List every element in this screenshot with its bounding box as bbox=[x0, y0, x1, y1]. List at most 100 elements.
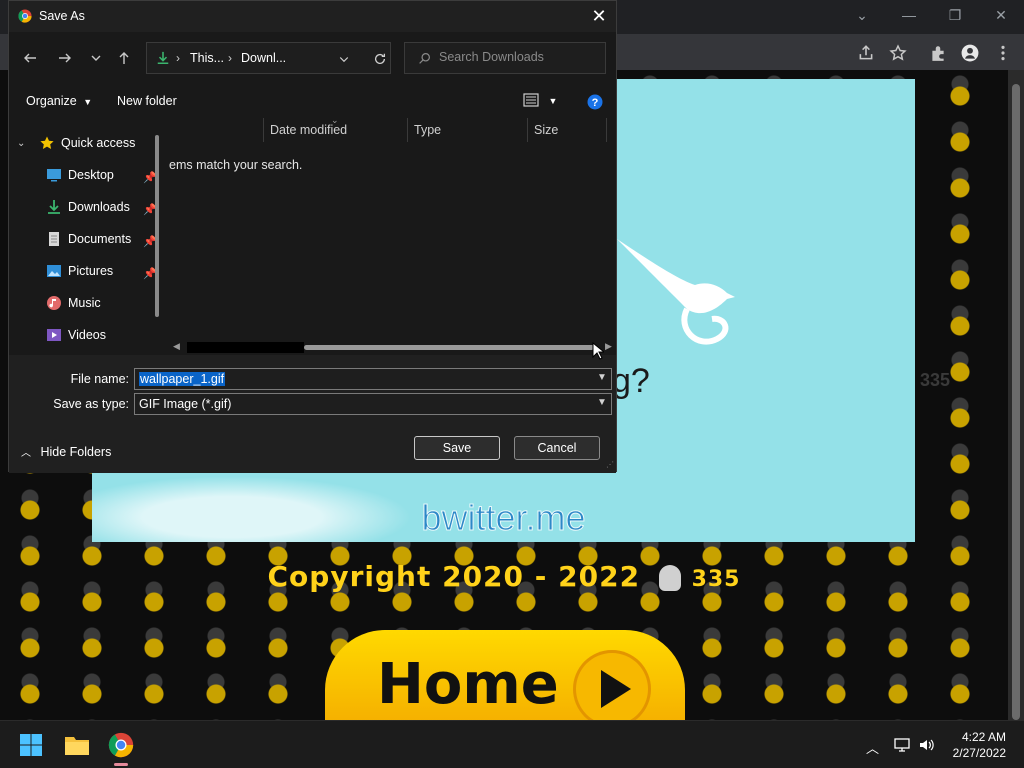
file-name-label: File name: bbox=[70, 372, 129, 386]
menu-kebab-icon[interactable] bbox=[992, 42, 1014, 64]
nav-item-music[interactable]: Music bbox=[46, 291, 101, 315]
chrome-taskbar-icon[interactable] bbox=[108, 732, 134, 758]
chrome-icon bbox=[18, 9, 32, 23]
help-button[interactable]: ? bbox=[587, 94, 603, 113]
help-icon: ? bbox=[587, 94, 603, 110]
copyright-label: Copyright 2020 - 2022 bbox=[267, 560, 641, 593]
column-separator[interactable] bbox=[606, 118, 607, 142]
tab-search-icon[interactable]: ⌄ bbox=[848, 4, 876, 26]
search-box[interactable] bbox=[404, 42, 606, 74]
share-icon[interactable] bbox=[855, 42, 877, 64]
mouse-cursor-icon bbox=[592, 342, 604, 360]
wallpaper-question-text: g? bbox=[612, 362, 650, 400]
file-name-dropdown-icon[interactable]: ▼ bbox=[597, 372, 607, 386]
breadcrumb-downloads[interactable]: Downl... bbox=[241, 51, 286, 65]
save-type-value: GIF Image (*.gif) bbox=[139, 397, 232, 411]
breadcrumb-separator-icon: › bbox=[176, 51, 180, 65]
hscroll-thumb[interactable] bbox=[304, 345, 594, 350]
logo-knight-icon bbox=[658, 565, 681, 591]
network-icon[interactable] bbox=[893, 737, 911, 753]
active-app-indicator bbox=[114, 763, 128, 766]
document-icon bbox=[49, 232, 59, 246]
column-separator[interactable] bbox=[527, 118, 528, 142]
save-button[interactable]: Save bbox=[414, 436, 500, 460]
dialog-titlebar: Save As ✕ bbox=[9, 1, 616, 32]
extensions-icon[interactable] bbox=[927, 42, 949, 64]
quick-access-item[interactable]: ⌄ Quick access bbox=[17, 131, 135, 155]
clock[interactable]: 4:22 AM 2/27/2022 bbox=[953, 729, 1006, 761]
hide-folders-button[interactable]: ︿ Hide Folders bbox=[21, 444, 111, 459]
view-options-button[interactable]: ▼ bbox=[523, 93, 557, 110]
windows-start-icon[interactable] bbox=[19, 733, 43, 757]
sort-indicator-icon: ⌄ bbox=[331, 115, 339, 125]
star-icon bbox=[40, 136, 54, 149]
recent-locations-chevron-icon[interactable] bbox=[85, 45, 107, 71]
save-type-select[interactable]: GIF Image (*.gif) ▼ bbox=[134, 393, 612, 415]
page-scrollbar-thumb[interactable] bbox=[1012, 84, 1020, 720]
restore-icon[interactable]: ❐ bbox=[941, 4, 969, 26]
dialog-title: Save As bbox=[39, 9, 85, 23]
refresh-icon[interactable] bbox=[373, 52, 387, 66]
pin-icon[interactable]: 📌 bbox=[143, 267, 157, 280]
profile-avatar-icon[interactable] bbox=[959, 42, 981, 64]
back-arrow-icon[interactable] bbox=[19, 45, 41, 71]
hscroll-track bbox=[187, 342, 304, 353]
column-type[interactable]: Type bbox=[414, 123, 441, 137]
file-explorer-icon[interactable] bbox=[64, 733, 90, 757]
quick-access-label: Quick access bbox=[61, 136, 136, 150]
search-input[interactable] bbox=[439, 50, 599, 64]
pin-icon[interactable]: 📌 bbox=[143, 171, 157, 184]
nav-pane-scrollbar[interactable] bbox=[155, 135, 159, 317]
organize-label: Organize bbox=[26, 94, 77, 108]
nav-item-downloads[interactable]: Downloads bbox=[46, 195, 130, 219]
up-arrow-icon[interactable] bbox=[113, 45, 135, 71]
dialog-close-icon[interactable]: ✕ bbox=[588, 5, 610, 27]
bookmark-star-icon[interactable] bbox=[887, 42, 909, 64]
music-icon bbox=[47, 296, 61, 310]
save-type-label: Save as type: bbox=[53, 397, 129, 411]
cancel-button[interactable]: Cancel bbox=[514, 436, 600, 460]
scroll-left-icon[interactable]: ◀ bbox=[173, 341, 180, 352]
column-separator[interactable] bbox=[407, 118, 408, 142]
column-size[interactable]: Size bbox=[534, 123, 558, 137]
save-as-dialog: Save As ✕ › This... › Downl... Search Do… bbox=[8, 0, 617, 473]
address-dropdown-icon[interactable] bbox=[338, 53, 350, 65]
videos-icon bbox=[47, 329, 61, 341]
tile-logo-text: 335 bbox=[920, 370, 951, 390]
nav-item-pictures[interactable]: Pictures bbox=[46, 259, 113, 283]
home-button[interactable]: Home bbox=[325, 630, 685, 720]
expand-chevron-icon[interactable]: ⌄ bbox=[17, 138, 31, 149]
search-icon bbox=[419, 53, 430, 64]
minimize-icon[interactable]: — bbox=[895, 4, 923, 26]
screen: ⌄ — ❐ ✕ 335 335 g? bwitte bbox=[0, 0, 1024, 768]
nav-item-desktop[interactable]: Desktop bbox=[46, 163, 114, 187]
organize-button[interactable]: Organize ▼ bbox=[26, 94, 92, 108]
clock-date: 2/27/2022 bbox=[952, 746, 1006, 760]
breadcrumb-this-pc[interactable]: This... bbox=[190, 51, 224, 65]
nav-label-downloads: Downloads bbox=[68, 200, 130, 214]
nav-label-videos: Videos bbox=[68, 328, 106, 342]
nav-item-documents[interactable]: Documents bbox=[46, 227, 131, 251]
logo-number: 335 bbox=[691, 567, 741, 592]
tray-chevron-up-icon[interactable]: ︿ bbox=[866, 738, 884, 756]
column-separator[interactable] bbox=[263, 118, 264, 142]
nav-item-videos[interactable]: Videos bbox=[46, 323, 106, 347]
save-type-dropdown-icon[interactable]: ▼ bbox=[597, 397, 607, 411]
resize-grip-icon[interactable]: ⋰ bbox=[606, 460, 614, 469]
bird-icon bbox=[617, 239, 735, 345]
file-name-combobox[interactable]: wallpaper_1.gif ▼ bbox=[134, 368, 612, 390]
page-scrollbar[interactable] bbox=[1008, 70, 1024, 720]
close-window-icon[interactable]: ✕ bbox=[987, 4, 1015, 26]
organize-dropdown-icon: ▼ bbox=[83, 97, 93, 107]
pin-icon[interactable]: 📌 bbox=[143, 235, 157, 248]
copyright-text: Copyright 2020 - 2022 335 bbox=[0, 560, 1008, 593]
forward-arrow-icon[interactable] bbox=[54, 45, 76, 71]
new-folder-button[interactable]: New folder bbox=[117, 94, 177, 108]
scroll-right-icon[interactable]: ▶ bbox=[605, 341, 612, 352]
volume-icon[interactable] bbox=[918, 737, 936, 753]
file-name-input[interactable]: wallpaper_1.gif bbox=[139, 372, 226, 386]
address-bar[interactable]: › This... › Downl... bbox=[146, 42, 391, 74]
file-list-hscrollbar[interactable]: ◀ ▶ bbox=[169, 339, 615, 355]
pin-icon[interactable]: 📌 bbox=[143, 203, 157, 216]
nav-label-desktop: Desktop bbox=[68, 168, 114, 182]
